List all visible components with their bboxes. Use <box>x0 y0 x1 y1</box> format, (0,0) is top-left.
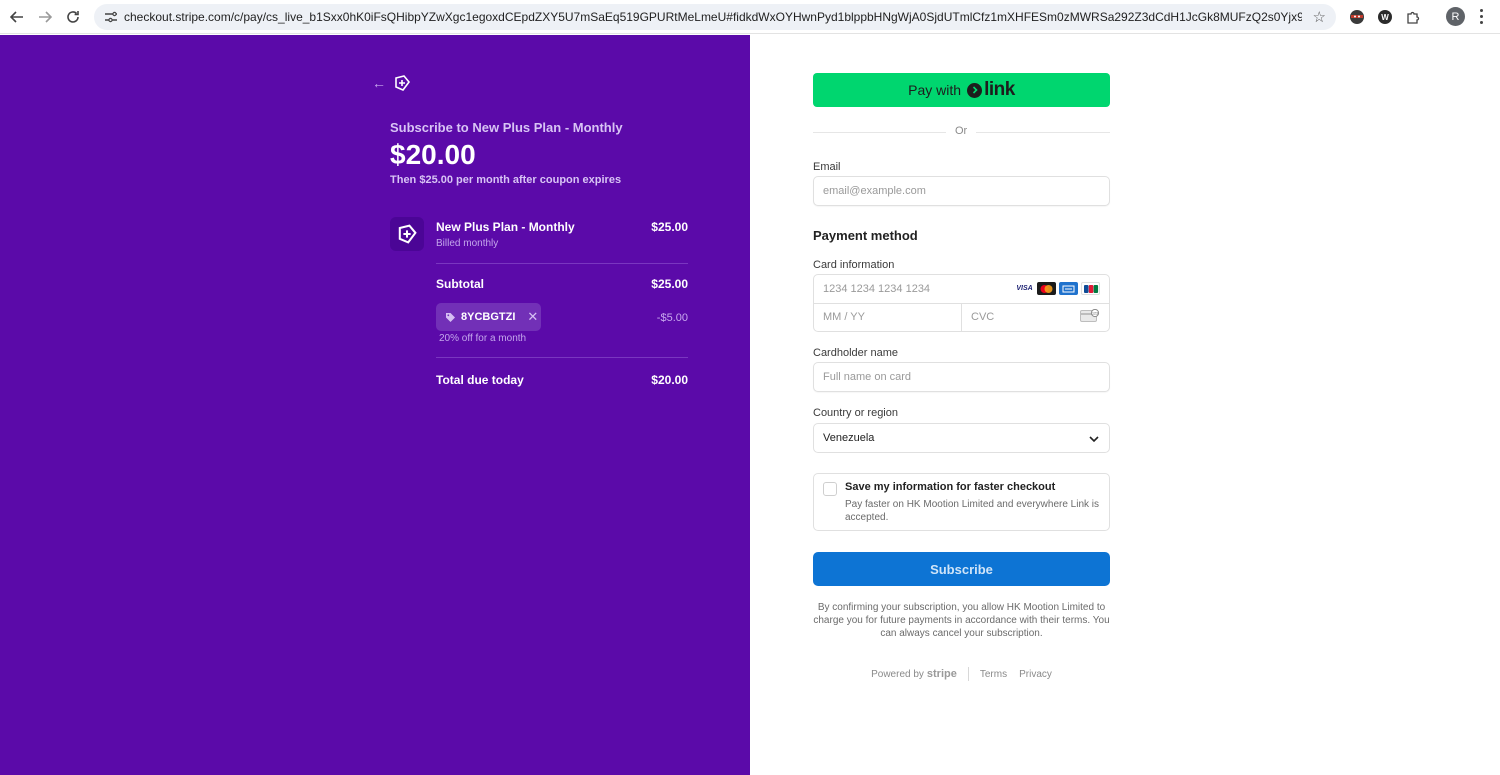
subscription-title: Subscribe to New Plus Plan - Monthly <box>390 120 623 135</box>
product-icon <box>390 217 424 251</box>
link-arrow-icon <box>967 82 983 98</box>
link-logo: link <box>967 79 1015 101</box>
forward-icon[interactable] <box>31 3 59 31</box>
remove-coupon-icon[interactable]: ✕ <box>527 309 538 325</box>
link-wordmark: link <box>984 79 1015 100</box>
email-field[interactable]: email@example.com <box>813 176 1110 206</box>
cvc-card-icon: 123 <box>1080 308 1100 328</box>
visa-icon: VISA <box>1015 282 1034 295</box>
subscribe-button[interactable]: Subscribe <box>813 552 1110 586</box>
coupon-chip: 8YCBGTZI ✕ <box>436 303 541 331</box>
payment-method-heading: Payment method <box>813 228 918 243</box>
pay-with-link-button[interactable]: Pay with link <box>813 73 1110 107</box>
back-arrow-icon[interactable]: ← <box>372 75 386 91</box>
merchant-logo-icon[interactable] <box>392 73 412 93</box>
divider <box>967 667 969 681</box>
email-label: Email <box>813 161 841 173</box>
card-information-label: Card information <box>813 259 895 271</box>
coupon-code: 8YCBGTZI <box>461 311 516 323</box>
svg-text:W: W <box>1381 13 1389 22</box>
or-separator: Or <box>955 125 968 137</box>
site-info-icon[interactable] <box>100 11 122 23</box>
save-info-checkbox[interactable] <box>823 482 837 496</box>
svg-text:123: 123 <box>1092 311 1098 315</box>
cvc-field[interactable]: CVC <box>971 311 994 323</box>
address-bar[interactable]: checkout.stripe.com/c/pay/cs_live_b1Sxx0… <box>94 4 1336 30</box>
cardholder-name-label: Cardholder name <box>813 347 898 359</box>
divider <box>436 357 688 358</box>
save-info-panel: Save my information for faster checkout … <box>813 473 1110 531</box>
save-info-description: Pay faster on HK Mootion Limited and eve… <box>845 499 1100 523</box>
country-value: Venezuela <box>823 432 875 444</box>
amex-icon <box>1059 282 1078 295</box>
divider <box>813 132 946 133</box>
tag-icon <box>445 312 457 323</box>
powered-by-label: Powered by <box>871 668 924 680</box>
divider <box>436 263 688 264</box>
product-price: $25.00 <box>651 220 688 234</box>
stripe-logo[interactable]: stripe <box>927 668 957 680</box>
price-amount: $20.00 <box>390 139 476 170</box>
pay-with-label: Pay with <box>908 82 962 98</box>
price-note: Then $25.00 per month after coupon expir… <box>390 174 622 186</box>
card-information-group: 1234 1234 1234 1234 VISA MM / YY CVC 123 <box>813 274 1110 332</box>
cardholder-name-field[interactable]: Full name on card <box>813 362 1110 392</box>
card-number-field[interactable]: 1234 1234 1234 1234 <box>823 283 930 295</box>
bookmark-star-icon[interactable]: ☆ <box>1313 8 1326 26</box>
email-placeholder: email@example.com <box>823 185 926 197</box>
country-select[interactable]: Venezuela <box>813 423 1110 453</box>
footer: Powered by stripe Terms Privacy <box>813 667 1110 681</box>
total-value: $20.00 <box>651 373 688 387</box>
cardholder-placeholder: Full name on card <box>823 371 912 383</box>
profile-avatar[interactable]: R <box>1446 7 1465 26</box>
subtotal-value: $25.00 <box>651 277 688 291</box>
divider <box>976 132 1110 133</box>
card-brands: VISA <box>1015 282 1100 295</box>
terms-link[interactable]: Terms <box>980 669 1007 680</box>
browser-toolbar: checkout.stripe.com/c/pay/cs_live_b1Sxx0… <box>0 0 1500 34</box>
divider <box>961 303 962 331</box>
subscribe-label: Subscribe <box>930 561 993 577</box>
chevron-down-icon <box>1088 432 1100 450</box>
save-info-title: Save my information for faster checkout <box>845 481 1056 493</box>
subtotal-label: Subtotal <box>436 277 484 291</box>
order-summary-panel: ← Subscribe to New Plus Plan - Monthly $… <box>0 35 750 775</box>
payment-panel: Pay with link Or Email email@example.com… <box>750 35 1500 775</box>
billing-frequency: Billed monthly <box>436 238 499 249</box>
url-text[interactable]: checkout.stripe.com/c/pay/cs_live_b1Sxx0… <box>124 10 1302 24</box>
extension-ninja-icon[interactable] <box>1346 6 1368 28</box>
expiry-field[interactable]: MM / YY <box>823 311 865 323</box>
extension-w-icon[interactable]: W <box>1374 6 1396 28</box>
discount-amount: -$5.00 <box>656 312 688 324</box>
back-icon[interactable] <box>3 3 31 31</box>
privacy-link[interactable]: Privacy <box>1019 669 1052 680</box>
reload-icon[interactable] <box>59 3 87 31</box>
subscription-terms: By confirming your subscription, you all… <box>813 602 1110 639</box>
extensions-puzzle-icon[interactable] <box>1402 6 1424 28</box>
jcb-icon <box>1081 282 1100 295</box>
browser-menu-icon[interactable] <box>1480 9 1484 24</box>
country-label: Country or region <box>813 407 898 419</box>
total-label: Total due today <box>436 373 524 387</box>
product-name: New Plus Plan - Monthly <box>436 220 575 234</box>
coupon-description: 20% off for a month <box>439 333 527 344</box>
mastercard-icon <box>1037 282 1056 295</box>
